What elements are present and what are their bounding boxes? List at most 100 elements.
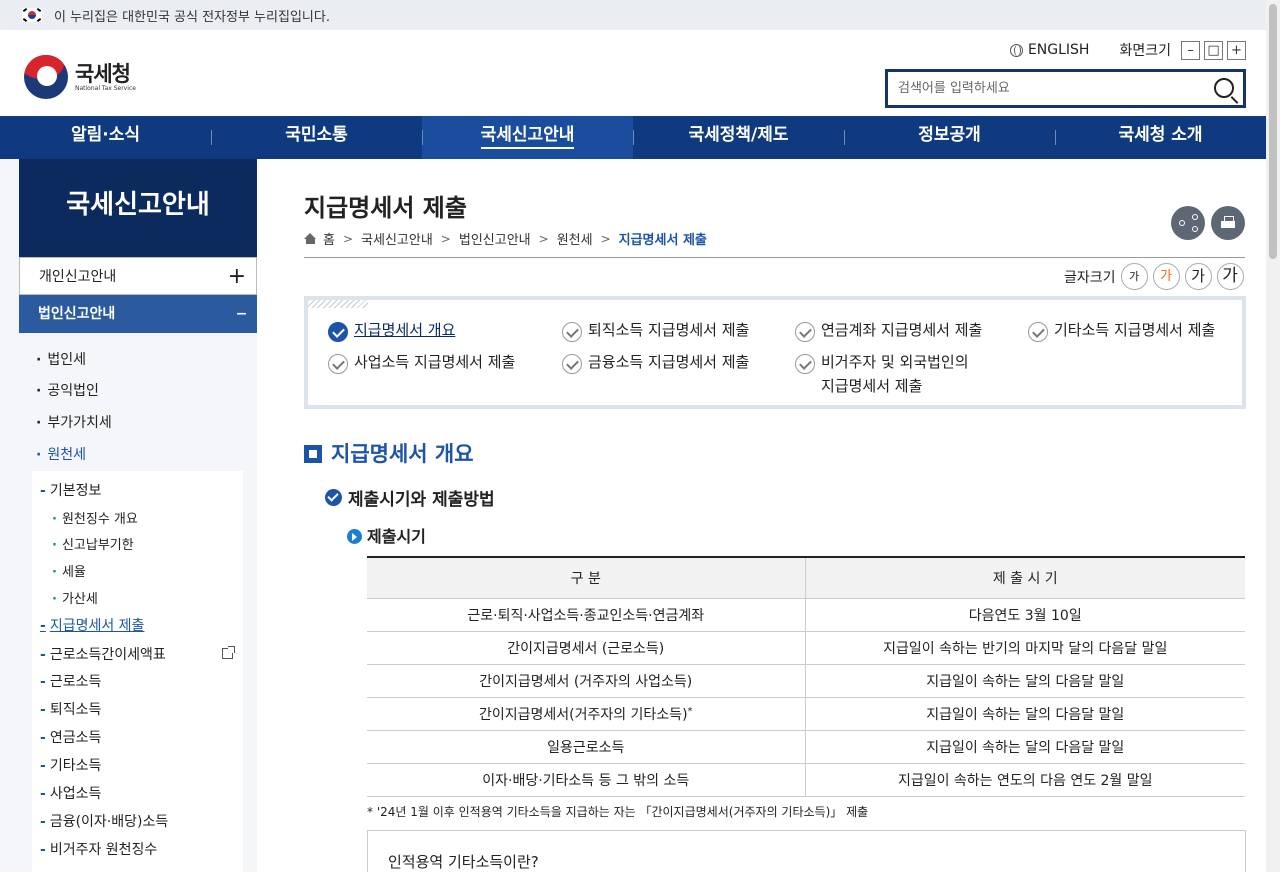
- play-circle-icon: [347, 529, 362, 544]
- tab-business[interactable]: 사업소득 지급명세서 제출: [328, 350, 515, 374]
- table-header: 구 분: [367, 556, 805, 599]
- gnb-item-tax-filing[interactable]: 국세신고안내: [422, 116, 633, 159]
- gnb-item-disclosure[interactable]: 정보공개: [844, 116, 1055, 159]
- sidebar-item-rate[interactable]: 세율: [52, 561, 86, 580]
- subsection-heading: 제출시기와 제출방법: [325, 485, 495, 510]
- footnote: * '24년 1월 이후 인적용역 기타소득을 지급하는 자는 「간이지급명세서…: [367, 805, 869, 819]
- check-circle-icon: [328, 354, 348, 374]
- search-icon[interactable]: [1214, 78, 1234, 98]
- table-cell: 일용근로소득: [367, 730, 805, 764]
- table-cell: 지급일이 속하는 연도의 다음 연도 2월 말일: [804, 763, 1245, 797]
- table-row: 이자·배당·기타소득 등 그 밖의 소득 지급일이 속하는 연도의 다음 연도 …: [367, 763, 1245, 797]
- sidebar-item-vat[interactable]: 부가가치세: [36, 412, 111, 432]
- gnb-item-tax-policy[interactable]: 국세정책/제도: [633, 116, 844, 159]
- logo[interactable]: 국세청 National Tax Service: [24, 55, 136, 99]
- table-cell: 지급일이 속하는 반기의 마지막 달의 다음달 말일: [804, 631, 1245, 665]
- table-row: 간이지급명세서 (거주자의 사업소득) 지급일이 속하는 달의 다음달 말일: [367, 664, 1245, 698]
- home-icon: [304, 233, 317, 244]
- collapse-minus-icon: –: [236, 301, 247, 326]
- page-title: 지급명세서 제출: [304, 194, 467, 222]
- footnote-mark: *: [687, 705, 693, 717]
- sidebar-item-tax-table[interactable]: 근로소득간이세액표: [40, 644, 166, 664]
- font-size-label: 글자크기: [1064, 269, 1116, 286]
- check-circle-icon: [795, 322, 815, 342]
- zoom-in-button[interactable]: +: [1227, 40, 1246, 60]
- scrollbar-thumb[interactable]: [1269, 4, 1277, 259]
- header: 국세청 National Tax Service ENGLISH 화면크기 – …: [0, 30, 1266, 116]
- breadcrumb-item[interactable]: 원천세: [557, 229, 593, 248]
- sidebar-item-overview[interactable]: 원천징수 개요: [52, 508, 138, 527]
- utility-bar: ENGLISH 화면크기 – □ +: [1009, 40, 1246, 60]
- sidebar-item-basic-info[interactable]: 기본정보: [40, 480, 102, 500]
- check-circle-icon: [328, 322, 348, 342]
- table-cell: 지급일이 속하는 달의 다음달 말일: [804, 730, 1245, 764]
- breadcrumb-home[interactable]: 홈: [323, 229, 335, 248]
- table-row: 간이지급명세서 (근로소득) 지급일이 속하는 반기의 마지막 달의 다음달 말…: [367, 631, 1245, 665]
- sidebar-item-financial[interactable]: 금융(이자·배당)소득: [40, 811, 168, 831]
- english-link[interactable]: ENGLISH: [1009, 42, 1089, 58]
- sidebar-item-business[interactable]: 사업소득: [40, 783, 102, 803]
- sidebar-item-deadline[interactable]: 신고납부기한: [52, 534, 134, 553]
- breadcrumb-item[interactable]: 국세신고안내: [361, 229, 433, 248]
- sidebar-item-corporate[interactable]: 법인신고안내 –: [19, 295, 257, 333]
- font-size-large-button[interactable]: 가: [1184, 263, 1212, 290]
- table-row: 일용근로소득 지급일이 속하는 달의 다음달 말일: [367, 730, 1245, 764]
- sidebar-item-public-corp[interactable]: 공익법인: [36, 380, 99, 400]
- tab-other-income[interactable]: 기타소득 지급명세서 제출: [1028, 318, 1215, 342]
- expand-plus-icon: +: [227, 264, 246, 289]
- table-cell: 간이지급명세서 (근로소득): [367, 631, 805, 665]
- sidebar-item-personal[interactable]: 개인신고안내 +: [19, 257, 257, 295]
- sidebar-item-withholding[interactable]: 원천세: [36, 444, 86, 464]
- globe-icon: [1009, 43, 1023, 57]
- search-input[interactable]: [888, 72, 1188, 105]
- sidebar-item-penalty[interactable]: 가산세: [52, 588, 98, 607]
- divider: [304, 257, 1245, 258]
- tab-nonresident[interactable]: 비거주자 및 외국법인의 지급명세서 제출: [795, 350, 969, 398]
- sidebar-item-corporate-tax[interactable]: 법인세: [36, 349, 86, 369]
- breadcrumb-current: 지급명세서 제출: [618, 233, 707, 248]
- sidebar-item-pension[interactable]: 연금소득: [40, 727, 102, 747]
- zoom-out-button[interactable]: –: [1181, 40, 1200, 60]
- print-button[interactable]: [1211, 206, 1245, 240]
- table-cell: 지급일이 속하는 달의 다음달 말일: [804, 697, 1245, 731]
- font-size-largest-button[interactable]: 가: [1216, 263, 1244, 290]
- sub-subsection-heading: 제출시기: [347, 523, 426, 547]
- search-box: [885, 69, 1246, 108]
- print-icon: [1221, 216, 1235, 230]
- table-cell: 다음연도 3월 10일: [804, 598, 1245, 632]
- section-heading: 지급명세서 개요: [304, 438, 474, 468]
- sidebar-title: 국세신고안내: [19, 159, 257, 257]
- table-cell: 간이지급명세서(거주자의 기타소득)*: [367, 697, 805, 731]
- gnb-item-about[interactable]: 국세청 소개: [1055, 116, 1266, 159]
- logo-subtitle: National Tax Service: [75, 84, 136, 92]
- tab-retirement[interactable]: 퇴직소득 지급명세서 제출: [562, 318, 749, 342]
- breadcrumb: 홈 > 국세신고안내 > 법인신고안내 > 원천세 > 지급명세서 제출: [304, 229, 707, 248]
- check-circle-icon: [325, 489, 342, 506]
- chevron-right-icon: >: [538, 231, 549, 246]
- font-size-smallest-button[interactable]: 가: [1120, 263, 1148, 290]
- gov-banner: 이 누리집은 대한민국 공식 전자정부 누리집입니다.: [0, 0, 1266, 30]
- tab-pension[interactable]: 연금계좌 지급명세서 제출: [795, 318, 982, 342]
- font-size-small-button[interactable]: 가: [1152, 263, 1180, 290]
- external-link-icon[interactable]: [222, 646, 235, 659]
- tab-financial[interactable]: 금융소득 지급명세서 제출: [562, 350, 749, 374]
- zoom-reset-button[interactable]: □: [1204, 40, 1223, 60]
- share-button[interactable]: [1171, 206, 1205, 240]
- sidebar-item-nonresident[interactable]: 비거주자 원천징수: [40, 839, 158, 859]
- app-root: 이 누리집은 대한민국 공식 전자정부 누리집입니다. 국세청 National…: [0, 0, 1280, 872]
- breadcrumb-item[interactable]: 법인신고안내: [459, 229, 531, 248]
- sidebar-item-payment-statement[interactable]: 지급명세서 제출: [40, 615, 145, 635]
- gnb-item-communication[interactable]: 국민소통: [211, 116, 422, 159]
- check-circle-icon: [795, 354, 815, 374]
- table-cell: 지급일이 속하는 달의 다음달 말일: [804, 664, 1245, 698]
- scrollbar[interactable]: [1266, 0, 1280, 872]
- sidebar-item-earned-income[interactable]: 근로소득: [40, 671, 102, 691]
- sidebar-item-other-income[interactable]: 기타소득: [40, 755, 102, 775]
- gnb-item-news[interactable]: 알림·소식: [0, 116, 211, 159]
- sidebar-background: [0, 159, 19, 872]
- tab-overview[interactable]: 지급명세서 개요: [328, 318, 455, 342]
- sidebar-item-retirement[interactable]: 퇴직소득: [40, 699, 102, 719]
- chevron-right-icon: >: [440, 231, 451, 246]
- logo-title: 국세청: [75, 61, 131, 86]
- korea-flag-icon: [22, 8, 42, 22]
